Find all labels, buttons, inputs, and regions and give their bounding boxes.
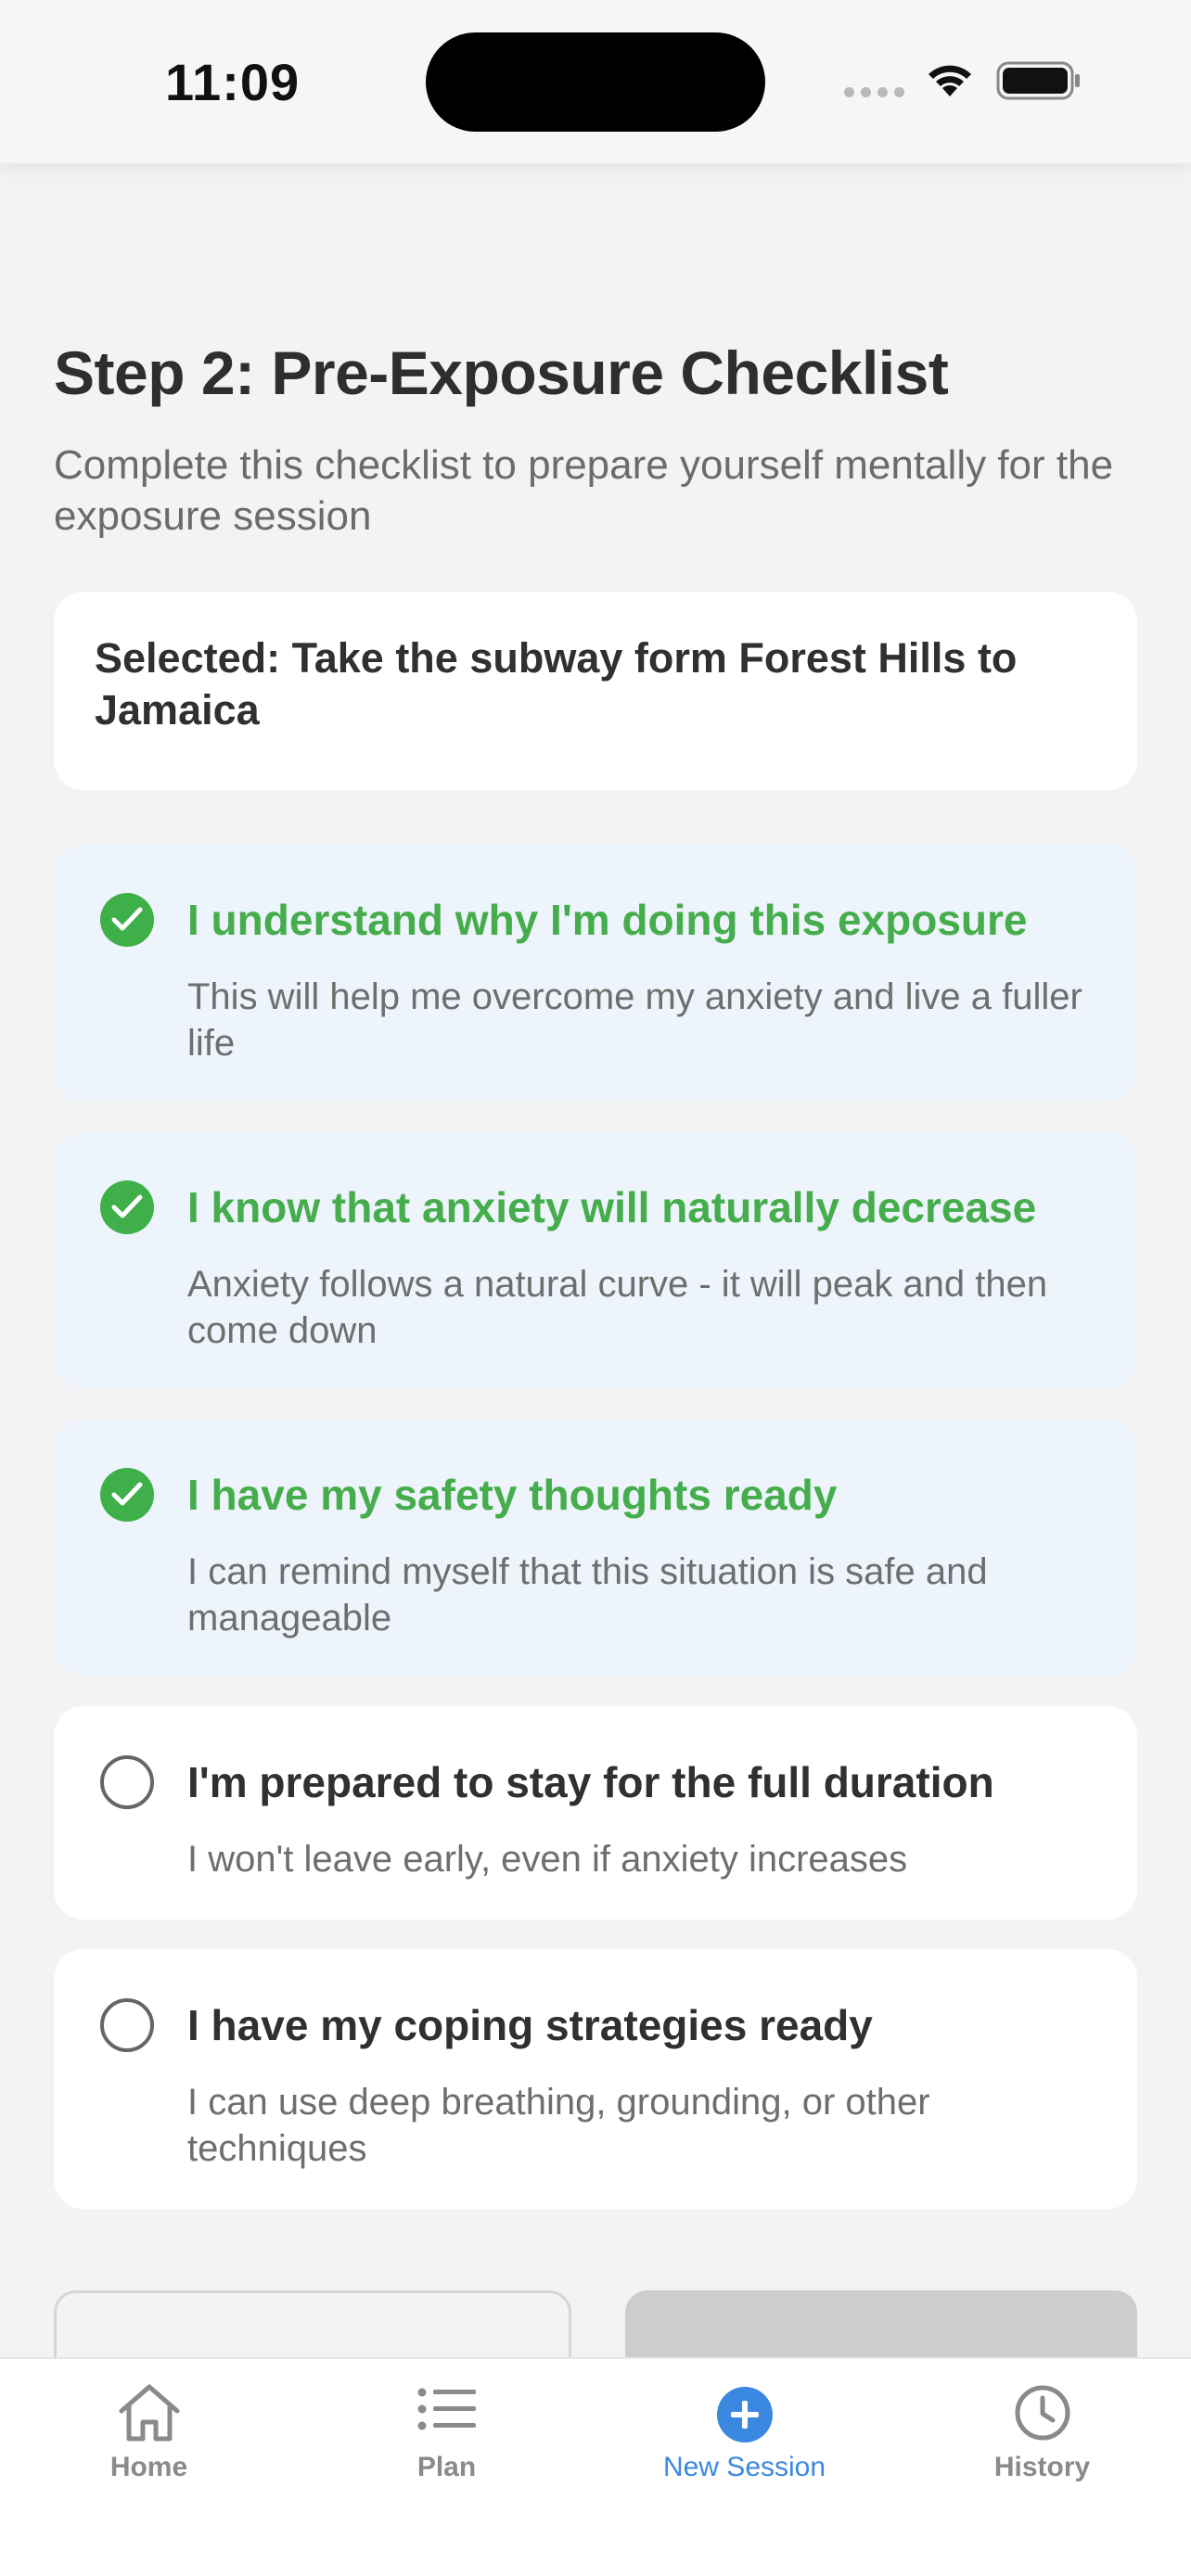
checklist-item-description: Anxiety follows a natural curve - it wil… xyxy=(187,1264,1048,1351)
plus-circle-icon xyxy=(716,2387,773,2442)
selected-situation-label: Selected: Take the subway form Forest Hi… xyxy=(95,634,1018,733)
checklist-item-title: I have my coping strategies ready xyxy=(187,2001,873,2049)
tab-new-session[interactable]: New Session xyxy=(596,2359,893,2544)
empty-circle-icon[interactable] xyxy=(100,1998,154,2052)
clock-icon xyxy=(1015,2385,1069,2441)
checklist-item[interactable]: I understand why I'm doing this exposure… xyxy=(54,844,1137,1102)
checklist-item-description: I can remind myself that this situation … xyxy=(187,1551,988,1639)
home-icon xyxy=(119,2384,179,2442)
status-bar: 11:09 xyxy=(0,0,1191,163)
checklist-item[interactable]: I'm prepared to stay for the full durati… xyxy=(54,1706,1137,1919)
page-subtitle: Complete this checklist to prepare yours… xyxy=(54,442,1114,539)
tab-plan[interactable]: Plan xyxy=(298,2359,596,2544)
tab-label: Home xyxy=(109,2452,188,2482)
checkmark-circle-icon[interactable] xyxy=(100,1180,154,1234)
battery-icon xyxy=(996,61,1080,100)
checklist-item-description: I can use deep breathing, grounding, or … xyxy=(187,2082,930,2169)
empty-circle-icon[interactable] xyxy=(100,1755,154,1809)
tab-label: New Session xyxy=(662,2452,826,2482)
checkmark-circle-icon[interactable] xyxy=(100,1468,154,1522)
page-title: Step 2: Pre-Exposure Checklist xyxy=(54,338,949,407)
checklist-item[interactable]: I have my coping strategies ready I can … xyxy=(54,1949,1137,2209)
tab-bar: Home Plan New Session History xyxy=(0,2357,1191,2576)
checklist-item-title: I have my safety thoughts ready xyxy=(187,1471,838,1519)
tab-label: Plan xyxy=(416,2452,477,2482)
checklist-item-description: I won't leave early, even if anxiety inc… xyxy=(187,1839,908,1880)
checklist-item-title: I understand why I'm doing this exposure xyxy=(187,896,1028,944)
wifi-icon xyxy=(928,65,971,96)
checklist-item[interactable]: I have my safety thoughts ready I can re… xyxy=(54,1419,1137,1677)
tab-label: History xyxy=(993,2452,1091,2482)
tab-history[interactable]: History xyxy=(893,2359,1191,2544)
checklist-item-description: This will help me overcome my anxiety an… xyxy=(187,976,1082,1064)
app-screen: 11:09 Step 2: Pre-Exposure Checklist Com… xyxy=(0,0,1191,2576)
list-icon xyxy=(417,2388,476,2430)
tab-home[interactable]: Home xyxy=(0,2359,298,2544)
checklist-item-title: I'm prepared to stay for the full durati… xyxy=(187,1758,994,1806)
checklist-item-title: I know that anxiety will naturally decre… xyxy=(187,1183,1037,1231)
checkmark-circle-icon[interactable] xyxy=(100,893,154,947)
cellular-signal-icon xyxy=(844,87,904,97)
checklist-item[interactable]: I know that anxiety will naturally decre… xyxy=(54,1131,1137,1389)
page-header: Step 2: Pre-Exposure Checklist Complete … xyxy=(54,334,1137,542)
selected-situation-card: Selected: Take the subway form Forest Hi… xyxy=(54,592,1137,790)
dynamic-island xyxy=(426,32,765,132)
status-time: 11:09 xyxy=(165,53,301,111)
